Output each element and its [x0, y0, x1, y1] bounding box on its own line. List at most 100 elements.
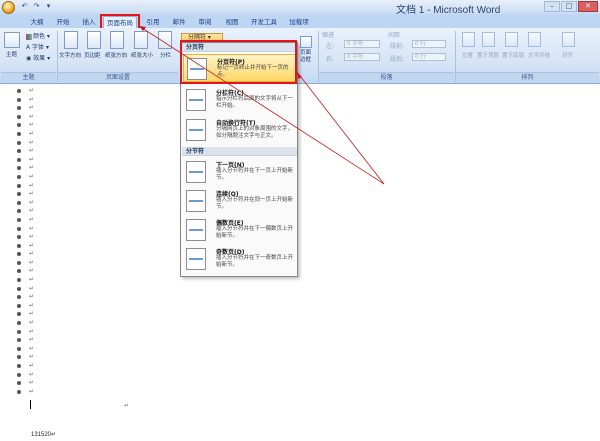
bullet-icon — [17, 278, 21, 283]
margins-icon[interactable] — [87, 31, 101, 49]
paragraph-mark: ↵ — [29, 87, 35, 94]
indent-right-field[interactable]: 0 字符 — [344, 53, 380, 61]
paragraph-mark: ↵ — [29, 267, 35, 275]
menu-item-desc: 分隔网页上的对象周围的文字，如分隔题注文字与正文。 — [216, 126, 294, 139]
align-button[interactable]: 对齐 — [562, 51, 573, 59]
tab-home[interactable]: 开始 — [52, 16, 74, 28]
bring-front-button[interactable]: 置于顶层 — [477, 51, 499, 59]
paragraph-mark: ↵ — [29, 362, 35, 369]
spacing-after-field[interactable]: 0 行 — [412, 53, 446, 61]
indent-left-field[interactable]: 0 字符 — [344, 40, 380, 48]
margins-button[interactable]: 页边距 — [84, 51, 101, 59]
group-caption-paragraph: 段落 — [319, 72, 454, 82]
paragraph-mark: ↵ — [29, 224, 35, 232]
theme-fonts-button[interactable]: A 字体 ▾ — [26, 42, 49, 51]
document-page[interactable]: ↵ ↵ ↵ ↵ ↵ ↵ ↵ ↵ ↵ ↵ ↵ ↵ ↵ ↵ ↵ ↵ ↵ ↵ ↵ ↵ ↵ ↵ ↵ ↵ ↵ ↵ ↵ ↵ ↵ ↵ ↵ ↵ ↵ ↵ ↵ ↵ ↵ 1… — [0, 84, 600, 441]
tab-review[interactable]: 审阅 — [194, 16, 216, 28]
spacing-label: 间距 — [388, 32, 401, 39]
tab-view[interactable]: 视图 — [221, 16, 243, 28]
section-breaks-header: 分节符 — [182, 147, 297, 156]
tab-insert[interactable]: 插入 — [78, 16, 100, 28]
menu-item-odd-page[interactable]: 奇数页(D) 插入分节符并在下一奇数页上开始新节。 — [183, 245, 296, 273]
quick-access-menu-icon[interactable]: ▾ — [44, 2, 53, 11]
office-button[interactable] — [2, 1, 15, 14]
paragraph-mark: ↵ — [29, 387, 35, 395]
paragraph-mark: ↵ — [29, 344, 35, 352]
menu-item-even-page[interactable]: 偶数页(E) 插入分节符并在下一偶数页上开始新节。 — [183, 216, 296, 244]
tab-addins[interactable]: 加载项 — [286, 16, 312, 28]
paragraph-mark: ↵ — [29, 207, 35, 215]
columns-button[interactable]: 分栏 — [160, 51, 171, 59]
group-caption-theme: 主题 — [1, 72, 56, 82]
tab-references[interactable]: 引用 — [142, 16, 164, 28]
paragraph-row: ↵ — [17, 285, 47, 294]
paragraph-row: ↵ — [17, 156, 47, 165]
bring-front-icon[interactable] — [482, 32, 495, 47]
menu-item-continuous[interactable]: 连续(O) 插入分节符并在同一页上开始新节。 — [183, 187, 296, 215]
orientation-icon[interactable] — [110, 31, 124, 49]
paragraph-row: ↵ — [17, 250, 47, 259]
menu-item-desc: 指示分栏符后面的文字将从下一栏开始。 — [216, 96, 294, 109]
bullet-icon — [17, 389, 21, 394]
position-button[interactable]: 位置 — [462, 51, 473, 59]
paragraph-mark: ↵ — [29, 112, 35, 120]
paragraph-row: ↵ — [17, 104, 47, 113]
paragraph-row: ↵ — [17, 96, 47, 105]
tab-mailings[interactable]: 邮件 — [168, 16, 190, 28]
menu-item-next-page[interactable]: 下一页(N) 插入分节符并在下一页上开始新节。 — [183, 158, 296, 186]
close-icon[interactable]: ✕ — [578, 1, 598, 12]
paragraph-row: ↵ — [17, 388, 47, 397]
menu-item-desc: 插入分节符并在同一页上开始新节。 — [216, 197, 294, 210]
bullet-icon — [17, 329, 21, 334]
paragraph-mark: ↵ — [29, 336, 35, 344]
paragraph-row: ↵ — [17, 379, 47, 388]
paragraph-row: ↵ — [17, 139, 47, 148]
theme-effects-button[interactable]: ◉ 效果 ▾ — [26, 53, 50, 62]
paragraph-row: ↵ — [17, 173, 47, 182]
tab-outline[interactable]: 大纲 — [26, 16, 48, 28]
size-button[interactable]: 纸张大小 — [131, 51, 153, 59]
tab-developer[interactable]: 开发工具 — [248, 16, 280, 28]
position-icon[interactable] — [462, 32, 475, 47]
paragraph-mark: ↵ — [29, 233, 35, 241]
bullet-icon — [17, 355, 21, 360]
indent-label: 缩进 — [322, 32, 335, 39]
menu-item-desc: 插入分节符并在下一偶数页上开始新节。 — [216, 226, 294, 239]
menu-item-text-wrapping-break[interactable]: 自动换行符(T) 分隔网页上的对象周围的文字，如分隔题注文字与正文。 — [183, 116, 296, 144]
group-caption-page-setup: 页面设置 — [58, 72, 178, 82]
maximize-icon[interactable]: □ — [561, 1, 577, 12]
page-borders-button[interactable]: 页面边框 — [300, 50, 314, 64]
menu-highlight-box — [180, 40, 297, 84]
paragraph-mark: ↵ — [29, 250, 35, 258]
text-wrap-icon[interactable] — [528, 32, 541, 47]
spacing-before-field[interactable]: 0 行 — [412, 40, 446, 48]
themes-icon[interactable] — [4, 32, 20, 48]
bullet-icon — [17, 312, 21, 317]
menu-item-column-break[interactable]: 分栏符(C) 指示分栏符后面的文字将从下一栏开始。 — [183, 86, 296, 114]
themes-button-label: 主题 — [6, 52, 18, 58]
size-icon[interactable] — [134, 31, 148, 49]
text-wrap-button[interactable]: 文字环绕 — [528, 51, 550, 59]
minimize-icon[interactable]: – — [544, 1, 560, 12]
send-back-button[interactable]: 置于底层 — [502, 51, 524, 59]
send-back-icon[interactable] — [505, 32, 518, 47]
paragraph-row: ↵ — [17, 371, 47, 380]
redo-icon[interactable]: ↷ — [32, 2, 41, 11]
align-icon[interactable] — [562, 32, 575, 47]
paragraph-row: ↵ — [17, 164, 47, 173]
text-direction-icon[interactable] — [64, 31, 78, 49]
bullet-icon — [17, 303, 21, 308]
theme-colors-button[interactable]: 颜色 ▾ — [26, 31, 50, 40]
paragraph-mark: ↵ — [29, 258, 35, 266]
paragraph-row: ↵ — [17, 259, 47, 268]
undo-icon[interactable]: ↶ — [20, 2, 29, 11]
columns-icon[interactable] — [158, 31, 172, 49]
orientation-button[interactable]: 纸张方向 — [105, 51, 127, 59]
column-break-icon — [186, 89, 206, 111]
text-direction-button[interactable]: 文字方向 — [59, 51, 81, 59]
paragraph-row: ↵ — [17, 190, 47, 199]
paragraph-mark: ↵ — [29, 301, 35, 309]
bullet-icon — [17, 226, 21, 231]
page-borders-icon[interactable] — [300, 36, 312, 48]
bullet-icon — [17, 131, 21, 136]
